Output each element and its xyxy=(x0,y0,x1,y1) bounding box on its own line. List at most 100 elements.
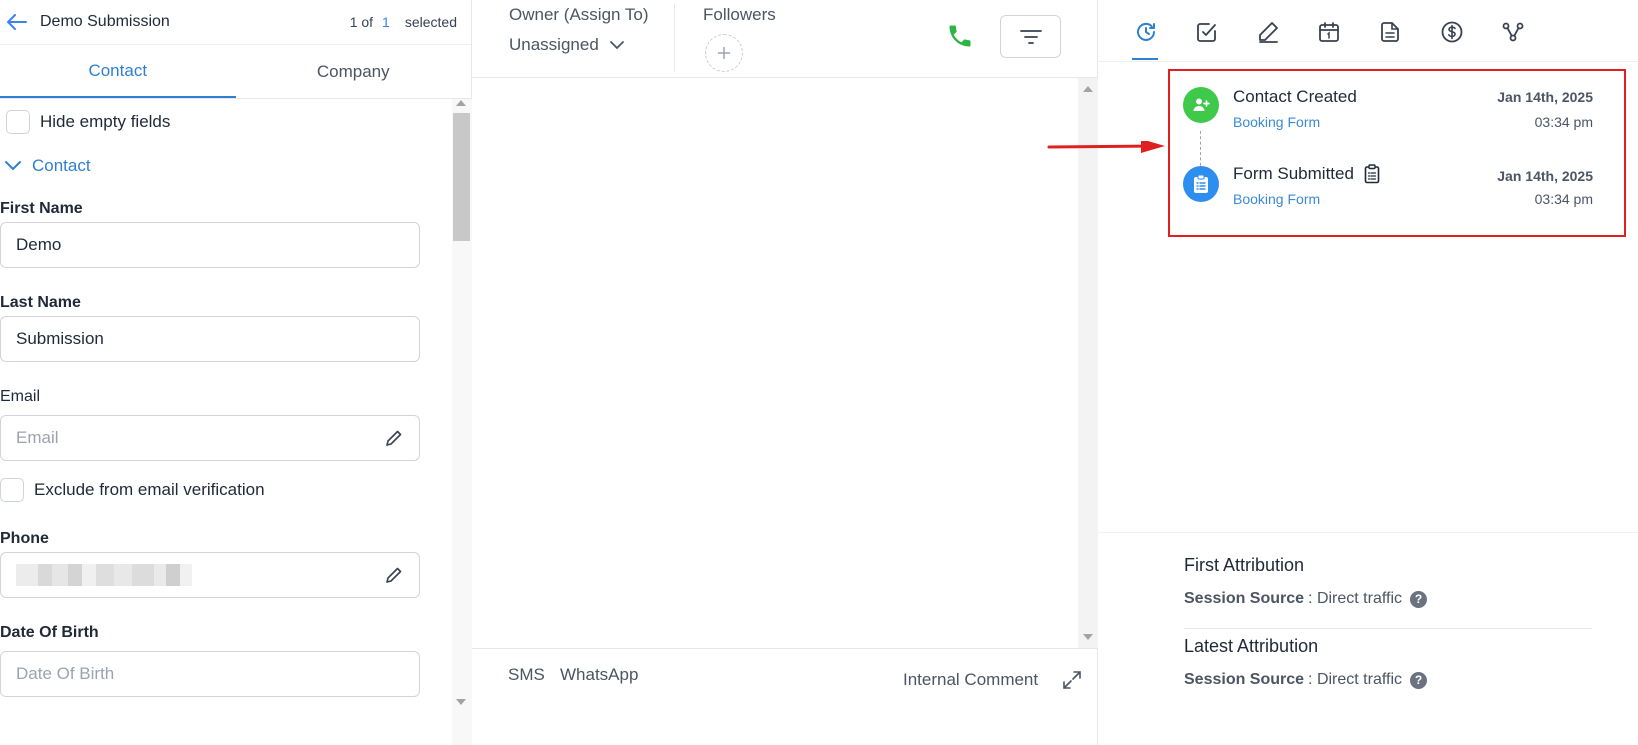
chevron-down-icon xyxy=(609,41,624,50)
header-divider xyxy=(674,4,675,72)
contact-created-badge xyxy=(1183,87,1219,123)
edit-pencil-icon[interactable] xyxy=(384,428,404,448)
attribution-divider xyxy=(1098,532,1638,533)
help-icon[interactable]: ? xyxy=(1410,671,1427,689)
conversation-messages xyxy=(472,78,1098,648)
contact-form-scroll: Hide empty fields Contact First Name Dem… xyxy=(0,99,472,745)
hide-empty-fields-label: Hide empty fields xyxy=(40,112,171,131)
event-source-link[interactable]: Booking Form xyxy=(1233,114,1320,130)
edit-pencil-icon[interactable] xyxy=(384,565,404,585)
owner-dropdown[interactable]: Unassigned xyxy=(509,35,625,55)
contact-name: Demo Submission xyxy=(40,13,170,30)
latest-session-source: Session Source : Direct traffic ? xyxy=(1184,671,1427,689)
email-field[interactable]: Email xyxy=(0,415,420,461)
record-pager: 1 of 1 selected xyxy=(350,14,457,30)
activity-icon-bar xyxy=(1098,0,1638,62)
last-name-label: Last Name xyxy=(0,294,81,311)
session-source-value: : Direct traffic xyxy=(1308,671,1402,688)
composer-bar: SMS WhatsApp Internal Comment xyxy=(472,648,1098,745)
owner-label: Owner (Assign To) xyxy=(509,5,649,24)
contact-details-panel: Demo Submission 1 of 1 selected Contact … xyxy=(0,0,472,745)
filter-lines-icon xyxy=(1019,29,1042,44)
calendar-icon[interactable] xyxy=(1315,18,1343,46)
phone-field[interactable] xyxy=(0,552,420,598)
pager-count[interactable]: 1 xyxy=(382,14,390,30)
workflow-icon[interactable] xyxy=(1499,18,1527,46)
dob-placeholder: Date Of Birth xyxy=(16,664,115,683)
hide-empty-fields-row[interactable]: Hide empty fields xyxy=(6,110,170,134)
tab-contact[interactable]: Contact xyxy=(0,45,236,98)
event-title: Form Submitted xyxy=(1233,164,1381,184)
pager-suffix: selected xyxy=(404,14,457,30)
activity-icon[interactable] xyxy=(1132,18,1160,46)
first-name-field[interactable]: Demo xyxy=(0,222,420,268)
channel-sms[interactable]: SMS xyxy=(508,665,545,685)
phone-label: Phone xyxy=(0,530,49,547)
first-name-label: First Name xyxy=(0,200,83,217)
event-title: Contact Created xyxy=(1233,87,1357,107)
contact-header: Demo Submission 1 of 1 selected xyxy=(0,0,471,45)
conversation-panel: Owner (Assign To) Unassigned Followers S… xyxy=(472,0,1098,745)
document-icon[interactable] xyxy=(1376,18,1404,46)
help-icon[interactable]: ? xyxy=(1410,590,1427,608)
detail-tabs: Contact Company xyxy=(0,45,471,99)
exclude-email-checkbox[interactable] xyxy=(0,478,24,502)
contact-section-toggle[interactable]: Contact xyxy=(4,156,91,176)
first-name-value: Demo xyxy=(16,235,62,254)
filter-button[interactable] xyxy=(1000,15,1061,58)
exclude-email-row[interactable]: Exclude from email verification xyxy=(0,478,265,502)
form-submitted-badge xyxy=(1183,166,1219,202)
session-source-label: Session Source xyxy=(1184,671,1305,688)
clipboard-list-icon xyxy=(1194,174,1208,193)
first-session-source: Session Source : Direct traffic ? xyxy=(1184,590,1427,608)
scroll-down-arrow-icon[interactable] xyxy=(456,699,466,705)
phone-call-icon[interactable] xyxy=(946,22,976,52)
last-name-value: Submission xyxy=(16,329,104,348)
plus-icon xyxy=(718,47,730,59)
pager-current: 1 of xyxy=(349,14,374,30)
event-title-text: Contact Created xyxy=(1233,87,1357,106)
conversation-header: Owner (Assign To) Unassigned Followers xyxy=(472,0,1097,78)
task-icon[interactable] xyxy=(1193,18,1221,46)
note-icon[interactable] xyxy=(1254,18,1282,46)
payment-icon[interactable] xyxy=(1438,18,1466,46)
activity-event-form-submitted: Form Submitted Booking Form Jan 14th, 20… xyxy=(1183,164,1593,224)
back-arrow-icon[interactable] xyxy=(4,9,30,35)
followers-label: Followers xyxy=(703,5,776,24)
contact-section-label: Contact xyxy=(32,156,91,175)
email-label: Email xyxy=(0,388,41,405)
event-time: 03:34 pm xyxy=(1534,191,1593,207)
active-tab-underline xyxy=(1132,58,1158,60)
attribution-section-divider xyxy=(1184,628,1592,629)
red-pointer-arrow-icon xyxy=(1047,141,1165,153)
scroll-up-arrow-icon[interactable] xyxy=(456,100,466,106)
session-source-value: : Direct traffic xyxy=(1308,590,1402,607)
redacted-phone-value xyxy=(16,564,192,586)
event-date: Jan 14th, 2025 xyxy=(1497,168,1593,184)
scroll-up-arrow-icon[interactable] xyxy=(1083,86,1093,92)
channel-whatsapp[interactable]: WhatsApp xyxy=(560,665,638,685)
hide-empty-fields-checkbox[interactable] xyxy=(6,110,30,134)
dob-label: Date Of Birth xyxy=(0,624,99,641)
expand-icon[interactable] xyxy=(1061,669,1085,693)
dob-field[interactable]: Date Of Birth xyxy=(0,651,420,697)
event-source-link[interactable]: Booking Form xyxy=(1233,191,1320,207)
clipboard-icon[interactable] xyxy=(1363,164,1381,184)
latest-attribution-title: Latest Attribution xyxy=(1184,636,1319,656)
first-attribution-title: First Attribution xyxy=(1184,555,1305,575)
event-title-text: Form Submitted xyxy=(1233,164,1354,183)
event-date: Jan 14th, 2025 xyxy=(1497,89,1593,105)
chevron-down-icon xyxy=(5,161,21,171)
event-time: 03:34 pm xyxy=(1534,114,1593,130)
activity-event-contact-created: Contact Created Booking Form Jan 14th, 2… xyxy=(1183,87,1593,147)
internal-comment-tab[interactable]: Internal Comment xyxy=(903,670,1038,690)
left-scrollbar-thumb[interactable] xyxy=(453,113,470,241)
add-follower-button[interactable] xyxy=(705,34,743,72)
session-source-label: Session Source xyxy=(1184,590,1305,607)
email-placeholder: Email xyxy=(16,428,59,447)
scroll-down-arrow-icon[interactable] xyxy=(1083,634,1093,640)
last-name-field[interactable]: Submission xyxy=(0,316,420,362)
tab-company[interactable]: Company xyxy=(236,45,472,98)
owner-value: Unassigned xyxy=(509,35,599,54)
exclude-email-label: Exclude from email verification xyxy=(34,480,265,499)
